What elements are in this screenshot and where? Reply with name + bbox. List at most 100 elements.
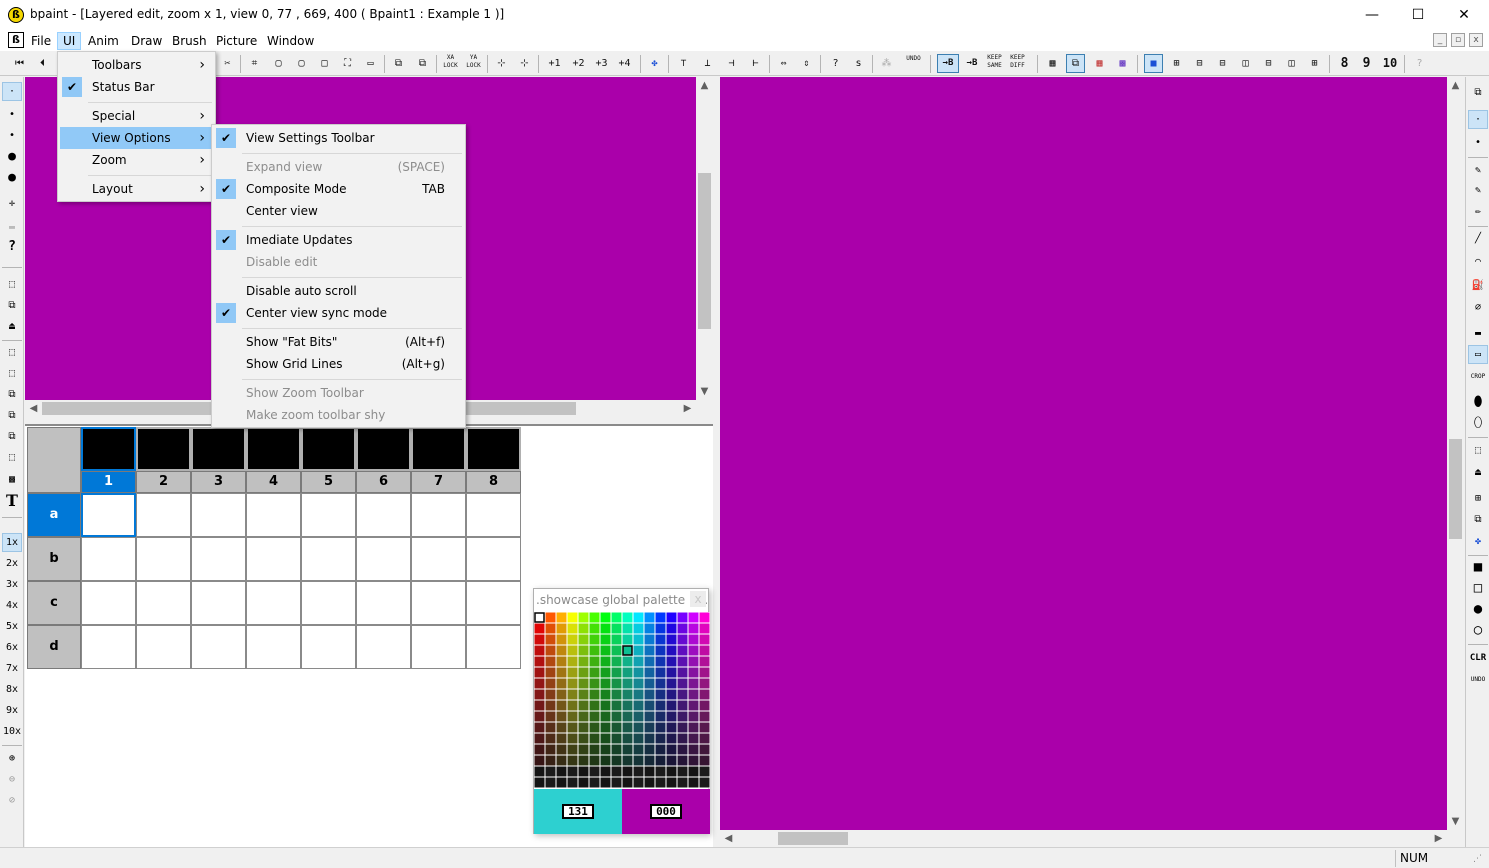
three-pane-layout-icon[interactable]: ◫ [1282, 54, 1301, 73]
frame-cell[interactable] [191, 537, 246, 581]
to-brush-button[interactable]: →B [937, 54, 959, 73]
palette-swatch[interactable] [687, 710, 700, 723]
keep-same-button[interactable]: KEEP SAME [985, 54, 1004, 73]
frame-column-header[interactable]: 7 [411, 471, 466, 493]
palette-swatch[interactable] [643, 677, 656, 690]
frame-cell[interactable] [246, 581, 301, 625]
palette-swatch[interactable] [588, 666, 601, 679]
left-vertical-scrollbar[interactable]: ▲ ▼ [696, 77, 713, 400]
fill-bucket-icon[interactable]: ⛽ [1468, 276, 1488, 295]
palette-swatch[interactable] [676, 765, 689, 778]
plus4-button[interactable]: +4 [615, 54, 634, 73]
view-option-center-view-sync-mode[interactable]: ✔ Center view sync mode [214, 302, 463, 324]
palette-swatch[interactable] [643, 633, 656, 646]
palette-swatch[interactable] [676, 666, 689, 679]
palette-swatch[interactable] [654, 732, 667, 745]
palette-swatch[interactable] [632, 754, 645, 767]
layer-copy-icon[interactable]: ⧉ [389, 54, 408, 73]
frame-cell[interactable] [356, 625, 411, 669]
palette-swatch[interactable] [676, 622, 689, 635]
palette-swatch[interactable] [621, 622, 634, 635]
palette-swatch[interactable] [599, 622, 612, 635]
dot-2-icon[interactable]: • [2, 105, 22, 124]
plus2-button[interactable]: +2 [569, 54, 588, 73]
zoom-2x-button[interactable]: 2x [2, 554, 22, 573]
zoom-3x-button[interactable]: 3x [2, 575, 22, 594]
scroll-right-icon[interactable]: ▶ [1430, 830, 1447, 847]
anchor-icon[interactable]: ⊹ [492, 54, 511, 73]
right-horizontal-scrollbar[interactable]: ◀ ▶ [720, 830, 1447, 847]
quad-layout-icon[interactable]: ⊞ [1167, 54, 1186, 73]
zoom-7x-button[interactable]: 7x [2, 659, 22, 678]
palette-swatch[interactable] [555, 754, 568, 767]
palette-swatch[interactable] [643, 721, 656, 734]
palette-swatch[interactable] [643, 666, 656, 679]
palette-swatch[interactable] [555, 633, 568, 646]
palette-swatch[interactable] [599, 765, 612, 778]
freehand-2-icon[interactable]: ✎ [1468, 181, 1488, 200]
frame-cell[interactable] [301, 581, 356, 625]
view-option-composite-mode[interactable]: ✔ Composite Mode TAB [214, 178, 463, 200]
color-grid-icon[interactable]: ▦ [1090, 54, 1109, 73]
palette-swatch[interactable] [588, 776, 601, 789]
palette-swatch[interactable] [676, 688, 689, 701]
frame-column-header[interactable]: 4 [246, 471, 301, 493]
palette-swatch[interactable] [610, 633, 623, 646]
palette-swatch[interactable] [665, 633, 678, 646]
palette-swatch[interactable] [676, 754, 689, 767]
palette-swatch[interactable] [566, 765, 579, 778]
palette-swatch[interactable] [665, 699, 678, 712]
palette-swatch[interactable] [654, 710, 667, 723]
stamp-icon[interactable]: ⏏ [1468, 463, 1488, 482]
scroll-down-icon[interactable]: ▼ [1447, 813, 1464, 830]
palette-swatch[interactable] [698, 721, 711, 734]
palette-swatch[interactable] [621, 710, 634, 723]
palette-swatch[interactable] [687, 655, 700, 668]
palette-swatch[interactable] [610, 743, 623, 756]
palette-swatch[interactable] [544, 732, 557, 745]
palette-swatch[interactable] [643, 655, 656, 668]
clip-icon[interactable]: ⌗ [245, 54, 264, 73]
zoom-out-icon[interactable]: ⊖ [2, 770, 22, 789]
rect-corner-icon[interactable]: ⛶ [338, 54, 357, 73]
palette-swatch[interactable] [698, 655, 711, 668]
frame-cell[interactable] [81, 581, 136, 625]
palette-swatch[interactable] [566, 688, 579, 701]
palette-swatch[interactable] [544, 765, 557, 778]
pen-dot-icon[interactable]: · [1468, 110, 1488, 129]
transform-3-icon[interactable]: ⧉ [2, 385, 22, 404]
scroll-left-icon[interactable]: ◀ [720, 830, 737, 847]
palette-swatch[interactable] [632, 666, 645, 679]
palette-swatch[interactable] [643, 710, 656, 723]
palette-swatch[interactable] [654, 721, 667, 734]
zoom-reset-icon[interactable]: ⊘ [2, 791, 22, 810]
palette-swatch[interactable] [665, 677, 678, 690]
palette-swatch[interactable] [577, 710, 590, 723]
menu-ui[interactable]: UI [57, 32, 82, 50]
palette-swatch[interactable] [654, 644, 667, 657]
palette-swatch[interactable] [555, 732, 568, 745]
palette-swatch[interactable] [610, 677, 623, 690]
frame-cell[interactable] [136, 581, 191, 625]
palette-swatch[interactable] [588, 699, 601, 712]
view-option-view-settings-toolbar[interactable]: ✔ View Settings Toolbar [214, 127, 463, 149]
frame-top-icon[interactable]: ⊤ [674, 54, 693, 73]
palette-swatch[interactable] [577, 611, 590, 624]
frame-column-header[interactable]: 6 [356, 471, 411, 493]
frame-cell[interactable] [301, 537, 356, 581]
frame-cell[interactable] [356, 493, 411, 537]
palette-swatch[interactable] [577, 721, 590, 734]
frame-cell[interactable] [411, 625, 466, 669]
palette-swatch[interactable] [621, 666, 634, 679]
palette-swatch[interactable] [687, 677, 700, 690]
split-v-layout-icon[interactable]: ◫ [1236, 54, 1255, 73]
palette-swatch[interactable] [621, 754, 634, 767]
palette-swatch[interactable] [654, 677, 667, 690]
menu-file[interactable]: File [26, 32, 56, 50]
palette-swatch[interactable] [676, 644, 689, 657]
zoom-8x-button[interactable]: 8x [2, 680, 22, 699]
palette-swatch[interactable] [665, 644, 678, 657]
palette-swatch[interactable] [610, 732, 623, 745]
palette-swatch[interactable] [698, 688, 711, 701]
palette-swatch[interactable] [610, 754, 623, 767]
